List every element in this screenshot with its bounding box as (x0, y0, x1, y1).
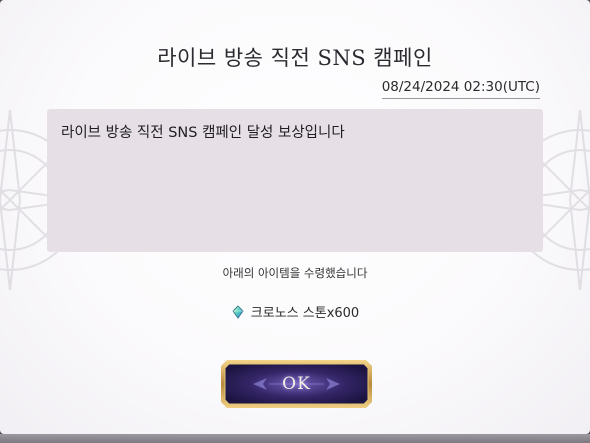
ok-button-label: OK (282, 374, 311, 394)
message-text: 라이브 방송 직전 SNS 캠페인 달성 보상입니다 (61, 125, 345, 141)
ok-button[interactable]: OK (219, 358, 374, 410)
dialog-title: 라이브 방송 직전 SNS 캠페인 (157, 46, 433, 70)
chronos-stone-icon (232, 304, 244, 319)
reward-item: 크로노스 스톤x600 (0, 302, 590, 321)
bottom-strip (0, 434, 590, 443)
dialog-date: 08/24/2024 02:30(UTC) (381, 79, 540, 99)
reward-label: 크로노스 스톤x600 (250, 306, 360, 321)
reward-dialog: 라이브 방송 직전 SNS 캠페인 08/24/2024 02:30(UTC) … (0, 0, 590, 434)
received-notice: 아래의 아이템을 수령했습니다 (222, 266, 368, 280)
message-box: 라이브 방송 직전 SNS 캠페인 달성 보상입니다 (47, 109, 543, 252)
